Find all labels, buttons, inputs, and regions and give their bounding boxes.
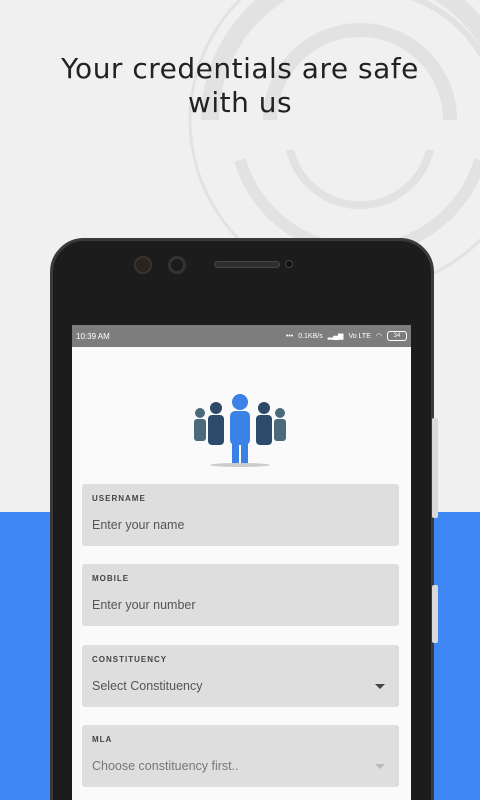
mla-select[interactable]: Choose constituency first.. (92, 759, 239, 773)
mobile-input[interactable]: Enter your number (92, 598, 196, 612)
network-speed: 0.1KB/s (298, 332, 323, 340)
front-camera (134, 256, 152, 274)
people-group-icon (194, 394, 286, 467)
earpiece-speaker (214, 261, 280, 268)
headline-line-2: with us (187, 86, 293, 119)
phone-power-button (432, 585, 438, 643)
status-icons: ••• 0.1KB/s ▂▄▆ Vo LTE ◠ 34 (286, 331, 407, 341)
username-input[interactable]: Enter your name (92, 518, 184, 532)
headline-line-1: Your credentials are safe (61, 52, 419, 85)
network-type: Vo LTE (348, 332, 371, 340)
signal-icon: ▂▄▆ (327, 333, 344, 340)
status-time: 10:39 AM (76, 331, 110, 341)
wifi-icon: ◠ (375, 333, 382, 340)
front-sensor (168, 256, 186, 274)
dropdown-caret-icon[interactable] (375, 764, 385, 769)
headline: Your credentials are safe with us (0, 52, 480, 120)
dropdown-caret-icon[interactable] (375, 684, 385, 689)
mla-label: MLA (92, 735, 113, 744)
mla-dropdown[interactable]: MLA Choose constituency first.. (82, 725, 399, 787)
mobile-field[interactable]: MOBILE Enter your number (82, 564, 399, 626)
username-label: USERNAME (92, 494, 146, 503)
status-bar: 10:39 AM ••• 0.1KB/s ▂▄▆ Vo LTE ◠ 34 (72, 325, 411, 347)
proximity-sensor (285, 260, 293, 268)
phone-screen: 10:39 AM ••• 0.1KB/s ▂▄▆ Vo LTE ◠ 34 USE… (72, 325, 411, 800)
constituency-dropdown[interactable]: CONSTITUENCY Select Constituency (82, 645, 399, 707)
constituency-label: CONSTITUENCY (92, 655, 168, 664)
battery-icon: 34 (387, 331, 407, 341)
mobile-label: MOBILE (92, 574, 130, 583)
username-field[interactable]: USERNAME Enter your name (82, 484, 399, 546)
phone-volume-button (432, 418, 438, 518)
more-icon: ••• (285, 332, 294, 340)
constituency-select[interactable]: Select Constituency (92, 679, 202, 693)
